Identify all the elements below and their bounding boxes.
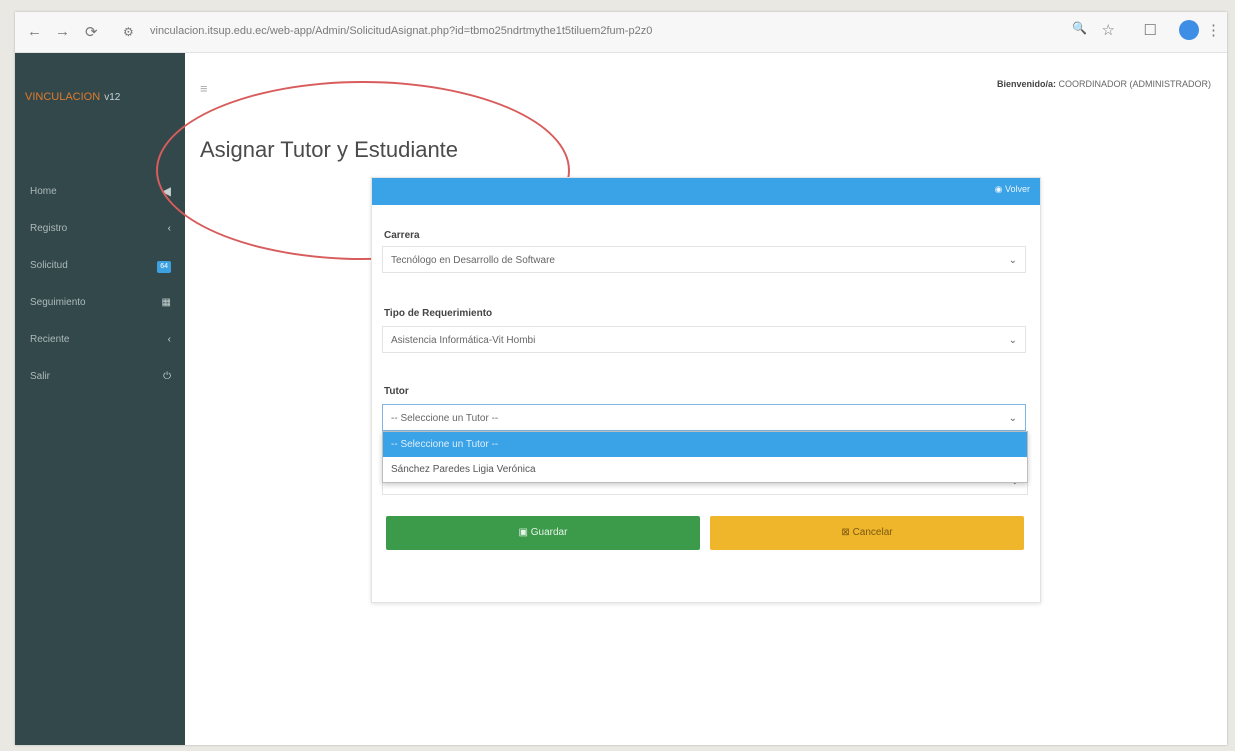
forward-arrow-icon[interactable]: → xyxy=(55,23,70,40)
power-icon: ⏻ xyxy=(163,371,171,382)
bookmark-star-icon[interactable]: ☆ xyxy=(1102,21,1115,39)
carrera-label: Carrera xyxy=(384,230,420,241)
brand-version: v12 xyxy=(104,92,121,103)
zoom-icon[interactable]: 🔍 xyxy=(1072,21,1087,35)
chevron-left-icon: ‹ xyxy=(167,334,171,345)
tutor-value: -- Seleccione un Tutor -- xyxy=(391,413,499,424)
brand-logo[interactable]: VINCULACION v12 xyxy=(25,91,120,103)
chevron-down-icon: ⌄ xyxy=(1008,255,1017,266)
tipo-requerimiento-select[interactable]: Asistencia Informática-Vit Hombi ⌄ xyxy=(382,326,1026,353)
tipo-requerimiento-label: Tipo de Requerimiento xyxy=(384,308,493,319)
back-arrow-icon[interactable]: ← xyxy=(27,23,42,40)
tutor-option[interactable]: Sánchez Paredes Ligia Verónica xyxy=(383,457,1027,482)
save-label: Guardar xyxy=(530,527,568,538)
sidebar-item-label: Reciente xyxy=(30,334,70,345)
cancel-button[interactable]: ⊠ Cancelar xyxy=(710,516,1024,550)
sidebar-item-label: Salir xyxy=(30,371,51,382)
carrera-value: Tecnólogo en Desarrollo de Software xyxy=(391,255,555,266)
cancel-icon: ⊠ xyxy=(841,527,850,538)
welcome-user: COORDINADOR (ADMINISTRADOR) xyxy=(1058,79,1212,89)
site-info-icon[interactable]: ⚙ xyxy=(123,25,134,39)
sidebar-item-label: Seguimiento xyxy=(30,297,86,308)
sidebar-item-solicitud[interactable]: Solicitud 64 xyxy=(15,247,185,284)
back-label: Volver xyxy=(1004,184,1030,194)
carrera-select[interactable]: Tecnólogo en Desarrollo de Software ⌄ xyxy=(382,246,1026,273)
tab-icon[interactable]: ☐ xyxy=(1144,21,1157,39)
cancel-label: Cancelar xyxy=(852,527,893,538)
sidebar-item-salir[interactable]: Salir ⏻ xyxy=(15,358,185,395)
sidebar-item-seguimiento[interactable]: Seguimiento ▦ xyxy=(15,284,185,321)
welcome-label: Bienvenido/a: xyxy=(996,79,1056,89)
assign-form-card: ◉ Volver Carrera Tecnólogo en Desarrollo… xyxy=(371,177,1041,603)
chevron-left-icon: ‹ xyxy=(167,223,171,234)
sidebar-item-label: Home xyxy=(30,186,57,197)
main-content: ≡ Bienvenido/a: COORDINADOR (ADMINISTRAD… xyxy=(156,53,1227,745)
chevron-down-icon: ⌄ xyxy=(1008,335,1017,346)
welcome-text: Bienvenido/a: COORDINADOR (ADMINISTRADOR… xyxy=(997,79,1211,89)
tutor-label: Tutor xyxy=(384,386,409,397)
profile-avatar[interactable] xyxy=(1179,20,1199,40)
save-icon: ▣ xyxy=(518,527,528,538)
tipo-requerimiento-value: Asistencia Informática-Vit Hombi xyxy=(391,335,536,346)
tutor-dropdown: -- Seleccione un Tutor -- Sánchez Parede… xyxy=(382,431,1028,483)
browser-window: ← → ⟳ ⚙ vinculacion.itsup.edu.ec/web-app… xyxy=(15,12,1227,745)
sidebar-item-registro[interactable]: Registro ‹ xyxy=(15,210,185,247)
grid-icon: ▦ xyxy=(161,297,171,308)
sidebar-item-label: Registro xyxy=(30,223,68,234)
tutor-select[interactable]: -- Seleccione un Tutor -- ⌄ xyxy=(382,404,1026,431)
menu-toggle-icon[interactable]: ≡ xyxy=(200,81,208,96)
chevron-down-icon: ⌄ xyxy=(1008,413,1017,424)
sidebar-menu: Home ◀ Registro ‹ Solicitud 64 Seguimien… xyxy=(15,173,185,395)
browser-toolbar: ← → ⟳ ⚙ vinculacion.itsup.edu.ec/web-app… xyxy=(15,12,1227,53)
reload-icon[interactable]: ⟳ xyxy=(85,23,98,41)
tutor-option[interactable]: -- Seleccione un Tutor -- xyxy=(383,432,1027,457)
brand-name: VINCULACION xyxy=(25,91,101,103)
address-bar[interactable]: vinculacion.itsup.edu.ec/web-app/Admin/S… xyxy=(150,21,950,41)
sidebar-item-reciente[interactable]: Reciente ‹ xyxy=(15,321,185,358)
count-badge: 64 xyxy=(157,261,171,273)
sidebar-item-label: Solicitud xyxy=(30,260,68,271)
card-header: ◉ Volver xyxy=(372,178,1040,205)
save-button[interactable]: ▣ Guardar xyxy=(386,516,700,550)
browser-menu-icon[interactable]: ⋮ xyxy=(1206,21,1221,39)
back-icon: ◉ xyxy=(994,184,1003,194)
back-button[interactable]: ◉ Volver xyxy=(995,184,1030,195)
